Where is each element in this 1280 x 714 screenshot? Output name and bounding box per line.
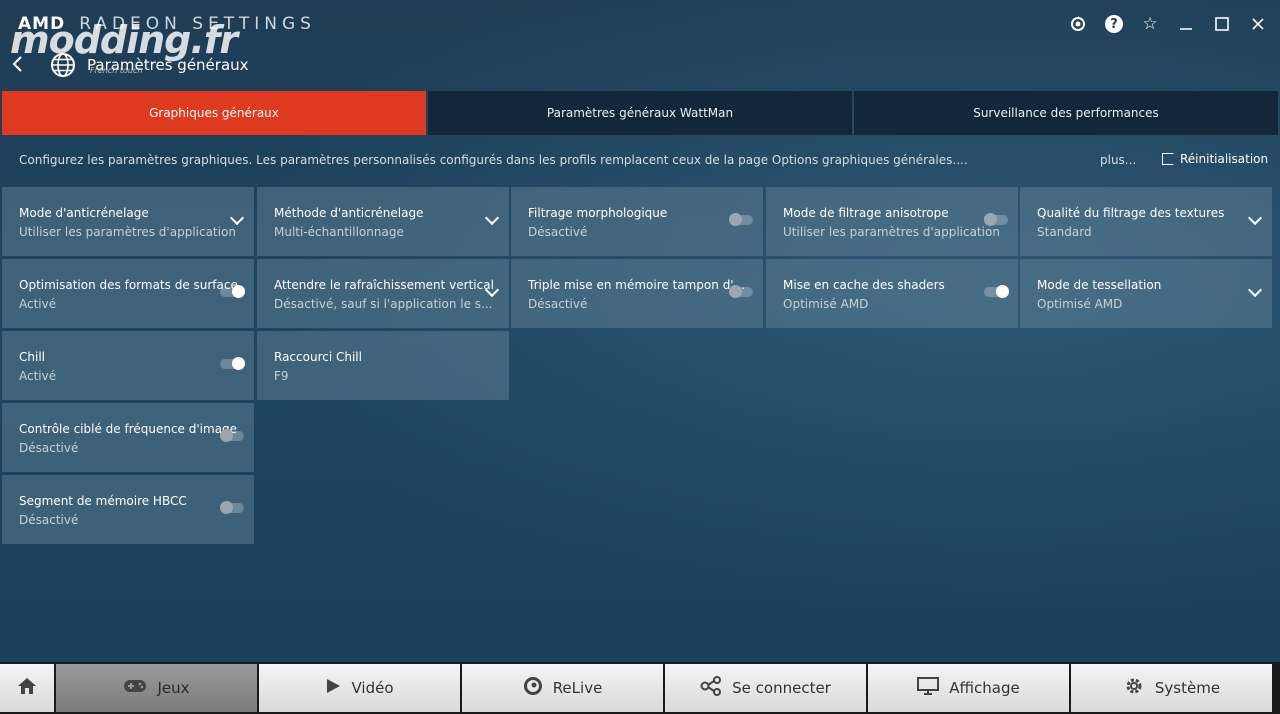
setting-label: Méthode d'anticrénelage: [274, 206, 424, 220]
setting-value: Désactivé: [528, 225, 588, 239]
reset-label: Réinitialisation: [1180, 152, 1269, 166]
setting-value: F9: [274, 369, 289, 383]
nav-video[interactable]: Vidéo: [259, 664, 460, 712]
setting-label: Chill: [19, 350, 45, 364]
back-icon[interactable]: [10, 54, 26, 79]
setting-tile-triple-buffering[interactable]: Triple mise en mémoire tampon d'... Désa…: [511, 259, 763, 328]
nav-relive[interactable]: ReLive: [462, 664, 663, 712]
setting-label: Raccourci Chill: [274, 350, 362, 364]
setting-label: Mise en cache des shaders: [783, 278, 945, 292]
tab-graphiques-generaux[interactable]: Graphiques généraux: [2, 91, 426, 135]
setting-tile-tessellation[interactable]: Mode de tessellation Optimisé AMD: [1020, 259, 1272, 328]
reset-icon: [1162, 153, 1174, 165]
monitor-icon: [917, 676, 940, 700]
toggle-switch[interactable]: [220, 285, 245, 298]
setting-label: Contrôle ciblé de fréquence d'image: [19, 422, 238, 436]
app-brand: AMD RADEON SETTINGS: [18, 14, 316, 34]
nav-label: Jeux: [157, 679, 190, 697]
setting-value: Optimisé AMD: [783, 297, 869, 311]
setting-label: Triple mise en mémoire tampon d'...: [528, 278, 746, 292]
setting-tile-shader-cache[interactable]: Mise en cache des shaders Optimisé AMD: [766, 259, 1018, 328]
nav-label: Affichage: [949, 679, 1020, 697]
tab-bar: Graphiques généraux Paramètres généraux …: [2, 91, 1278, 135]
toggle-switch[interactable]: [984, 213, 1008, 226]
setting-label: Optimisation des formats de surface: [19, 278, 238, 292]
reset-button[interactable]: Réinitialisation: [1162, 152, 1268, 166]
setting-tile-frame-rate-target[interactable]: Contrôle ciblé de fréquence d'image Désa…: [2, 403, 254, 472]
nav-affichage[interactable]: Affichage: [868, 664, 1069, 712]
chevron-down-icon[interactable]: [1247, 210, 1263, 226]
setting-tile-anisotropic[interactable]: Mode de filtrage anisotrope Utiliser les…: [766, 187, 1018, 256]
setting-value: Standard: [1037, 225, 1092, 239]
nav-label: Système: [1154, 679, 1221, 697]
page-title: Paramètres généraux: [87, 56, 249, 74]
setting-tile-texture-quality[interactable]: Qualité du filtrage des textures Standar…: [1020, 187, 1272, 256]
chevron-down-icon[interactable]: [229, 210, 245, 226]
chevron-down-icon[interactable]: [484, 210, 500, 226]
toggle-switch[interactable]: [220, 357, 245, 370]
bottom-nav: Jeux Vidéo ReLive Se connecter Affichage…: [0, 662, 1280, 714]
nav-label: Vidéo: [351, 679, 394, 697]
setting-value: Utiliser les paramètres d'application: [19, 225, 236, 239]
toggle-switch[interactable]: [984, 285, 1009, 298]
setting-value: Désactivé, sauf si l'application le s...: [274, 297, 493, 311]
gamepad-icon: [123, 678, 147, 699]
help-icon[interactable]: ?: [1102, 14, 1126, 34]
play-icon: [325, 678, 341, 699]
nav-jeux[interactable]: Jeux: [56, 664, 257, 712]
update-icon[interactable]: [1066, 14, 1090, 34]
setting-tile-surface-format[interactable]: Optimisation des formats de surface Acti…: [2, 259, 254, 328]
toggle-switch[interactable]: [220, 429, 244, 442]
connect-icon: [700, 675, 722, 701]
tab-wattman[interactable]: Paramètres généraux WattMan: [428, 91, 852, 135]
title-bar: AMD RADEON SETTINGS modding.fr French tou…: [0, 0, 1280, 75]
globe-icon: [50, 52, 76, 78]
setting-label: Qualité du filtrage des textures: [1037, 206, 1225, 220]
setting-tile-aa-method[interactable]: Méthode d'anticrénelage Multi-échantillo…: [257, 187, 509, 256]
nav-systeme[interactable]: Système: [1071, 664, 1272, 712]
setting-tile-chill[interactable]: Chill Activé: [2, 331, 254, 400]
chevron-down-icon[interactable]: [1247, 282, 1263, 298]
setting-tile-hbcc[interactable]: Segment de mémoire HBCC Désactivé: [2, 475, 254, 544]
setting-value: Multi-échantillonnage: [274, 225, 404, 239]
amd-logo: AMD: [18, 14, 66, 34]
setting-value: Désactivé: [19, 513, 79, 527]
setting-label: Mode d'anticrénelage: [19, 206, 149, 220]
setting-label: Attendre le rafraîchissement vertical: [274, 278, 494, 292]
nav-label: ReLive: [552, 679, 603, 697]
close-icon[interactable]: [1246, 14, 1270, 34]
setting-label: Mode de tessellation: [1037, 278, 1162, 292]
setting-value: Activé: [19, 297, 57, 311]
home-icon: [17, 677, 37, 700]
setting-value: Optimisé AMD: [1037, 297, 1123, 311]
nav-home[interactable]: [0, 664, 54, 712]
setting-label: Filtrage morphologique: [528, 206, 668, 220]
more-link[interactable]: plus...: [1100, 153, 1136, 167]
nav-connect[interactable]: Se connecter: [665, 664, 866, 712]
gear-icon: [1123, 675, 1145, 702]
description-text: Configurez les paramètres graphiques. Le…: [19, 153, 968, 167]
toggle-switch[interactable]: [729, 285, 753, 298]
nav-label: Se connecter: [732, 679, 831, 697]
star-icon[interactable]: ☆: [1138, 14, 1162, 34]
setting-value: Activé: [19, 369, 57, 383]
tab-surveillance[interactable]: Surveillance des performances: [854, 91, 1278, 135]
setting-label: Segment de mémoire HBCC: [19, 494, 187, 508]
toggle-switch[interactable]: [220, 501, 244, 514]
setting-tile-vsync[interactable]: Attendre le rafraîchissement vertical Dé…: [257, 259, 509, 328]
relive-icon: [523, 676, 543, 701]
setting-value: Désactivé: [19, 441, 79, 455]
setting-label: Mode de filtrage anisotrope: [783, 206, 949, 220]
setting-tile-chill-hotkey[interactable]: Raccourci Chill F9: [257, 331, 509, 400]
maximize-icon[interactable]: [1210, 14, 1234, 34]
toggle-switch[interactable]: [729, 213, 753, 226]
setting-value: Désactivé: [528, 297, 588, 311]
setting-value: Utiliser les paramètres d'application: [783, 225, 1000, 239]
setting-tile-morphological[interactable]: Filtrage morphologique Désactivé: [511, 187, 763, 256]
app-name: RADEON SETTINGS: [79, 14, 316, 34]
minimize-icon[interactable]: [1174, 14, 1198, 34]
setting-tile-aa-mode[interactable]: Mode d'anticrénelage Utiliser les paramè…: [2, 187, 254, 256]
